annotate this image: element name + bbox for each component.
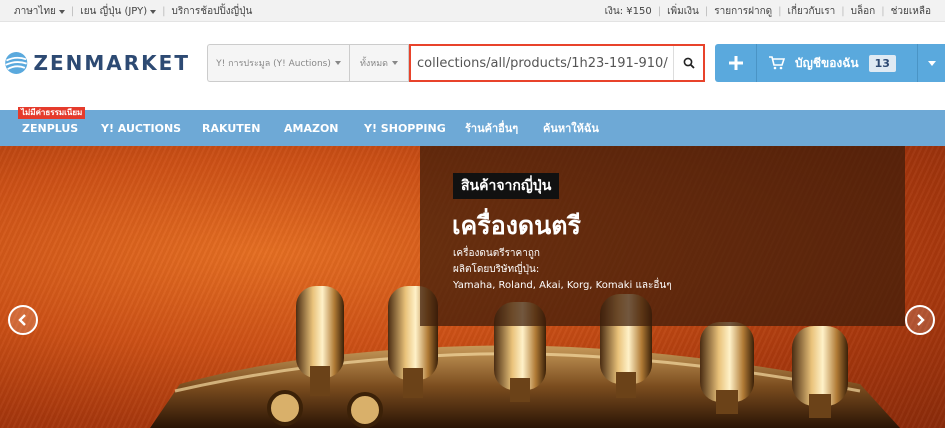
shipping-service-link[interactable]: บริการช้อปปิ้งญี่ปุ่น	[172, 4, 253, 19]
search-bar: Y! การประมูล (Y! Auctions) ทั้งหมด	[207, 44, 705, 82]
about-link[interactable]: เกี่ยวกับเรา	[788, 4, 836, 19]
currency-label: เยน ญี่ปุ่น (JPY)	[80, 6, 148, 17]
help-link[interactable]: ช่วยเหลือ	[891, 4, 931, 19]
search-button[interactable]	[673, 46, 703, 80]
currency-selector[interactable]: เยน ญี่ปุ่น (JPY)	[80, 4, 157, 19]
hero-banner[interactable]: สินค้าจากญี่ปุ่น เครื่องดนตรี เครื่องดนต…	[0, 146, 945, 428]
language-selector[interactable]: ภาษาไทย	[14, 4, 65, 19]
my-account-button[interactable]: บัญชีของฉัน 13	[757, 44, 917, 82]
divider: |	[162, 6, 166, 17]
my-account-label: บัญชีของฉัน	[795, 55, 859, 70]
chevron-down-icon	[58, 9, 65, 14]
hero-tag: สินค้าจากญี่ปุ่น	[453, 173, 560, 199]
category-dropdown[interactable]: Y! การประมูล (Y! Auctions)	[207, 44, 349, 82]
nav-item-rakuten[interactable]: RAKUTEN	[202, 110, 260, 146]
logo[interactable]: ZENMARKET	[4, 43, 190, 83]
hero-desc-line-1: เครื่องดนตรีราคาถูก	[453, 248, 540, 259]
header: ZENMARKET Y! การประมูล (Y! Auctions) ทั้…	[0, 22, 945, 110]
deposit-list-link[interactable]: รายการฝากดู	[714, 4, 772, 19]
chevron-right-icon	[917, 314, 925, 326]
divider: |	[657, 6, 662, 17]
balance-text: เงิน: ¥150	[604, 6, 652, 17]
shopping-cart-icon	[769, 56, 785, 70]
category-label: Y! การประมูล (Y! Auctions)	[216, 59, 331, 69]
nav-item-yahoo-auctions[interactable]: Y! AUCTIONS	[101, 110, 181, 146]
scope-label: ทั้งหมด	[359, 59, 389, 69]
hero-title: เครื่องดนตรี	[452, 211, 581, 240]
top-bar: ภาษาไทย | เยน ญี่ปุ่น (JPY) | บริการช้อป…	[0, 0, 945, 22]
divider: |	[70, 6, 75, 17]
divider: |	[841, 6, 845, 17]
main-nav: ไม่มีค่าธรรมเนียม ZENPLUS Y! AUCTIONS RA…	[0, 107, 945, 146]
chevron-down-icon	[927, 60, 936, 66]
search-icon	[683, 57, 695, 69]
chevron-down-icon	[150, 9, 157, 14]
cart-count-badge: 13	[868, 54, 896, 72]
logo-text: ZENMARKET	[33, 51, 190, 75]
account-cart-bar: บัญชีของฉัน 13	[715, 44, 945, 82]
blog-link[interactable]: บล็อก	[851, 4, 876, 19]
divider: |	[778, 6, 782, 17]
carousel-prev-button[interactable]	[8, 305, 38, 335]
carousel-next-button[interactable]	[905, 305, 935, 335]
nav-item-amazon[interactable]: AMAZON	[284, 110, 339, 146]
divider: |	[704, 6, 709, 17]
hero-desc-line-3: Yamaha, Roland, Akai, Korg, Komaki และอื…	[453, 280, 672, 291]
divider: |	[881, 6, 885, 17]
nav-item-find-for-me[interactable]: ค้นหาให้ฉัน	[543, 110, 599, 146]
chevron-down-icon	[392, 61, 399, 65]
hero-description: เครื่องดนตรีราคาถูก ผลิตโดยบริษัทญี่ปุ่น…	[453, 246, 672, 294]
hero-desc-line-2: ผลิตโดยบริษัทญี่ปุ่น:	[453, 264, 540, 275]
search-input[interactable]	[411, 46, 673, 80]
add-button[interactable]	[715, 44, 757, 82]
nav-item-zenplus[interactable]: ZENPLUS	[22, 110, 78, 146]
chevron-left-icon	[18, 314, 26, 326]
account-dropdown-toggle[interactable]	[917, 44, 945, 82]
zenmarket-logo-icon	[5, 51, 28, 75]
nav-item-other-stores[interactable]: ร้านค้าอื่นๆ	[465, 110, 518, 146]
search-input-wrapper	[409, 44, 705, 82]
language-label: ภาษาไทย	[14, 6, 56, 17]
scope-dropdown[interactable]: ทั้งหมด	[349, 44, 409, 82]
plus-icon	[728, 56, 743, 70]
chevron-down-icon	[334, 61, 341, 65]
nav-item-yahoo-shopping[interactable]: Y! SHOPPING	[364, 110, 446, 146]
add-funds-link[interactable]: เพิ่มเงิน	[667, 4, 699, 19]
